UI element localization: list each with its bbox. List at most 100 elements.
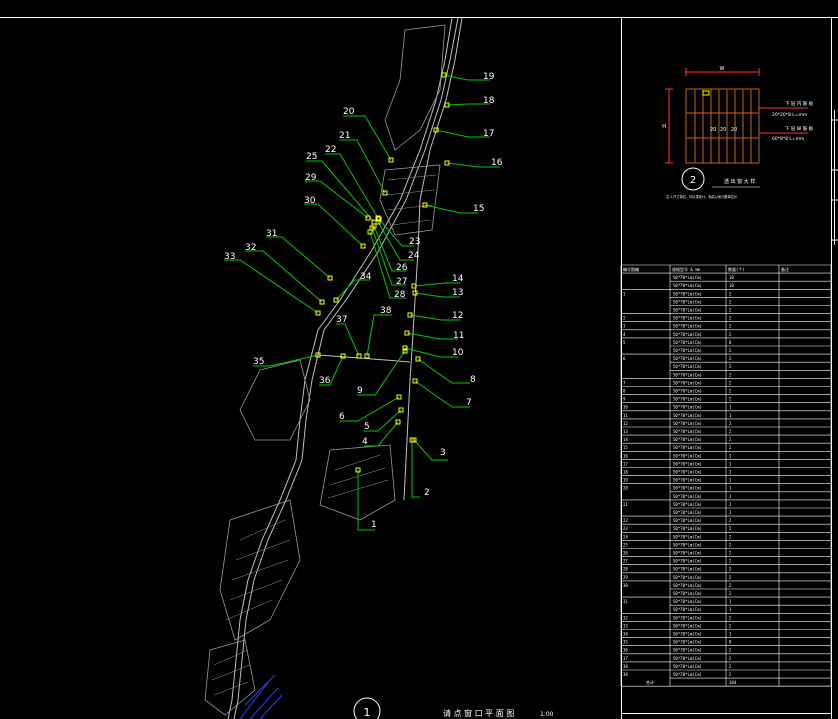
table-cell-spec: 50*70*Lm(Cm) (673, 308, 702, 313)
table-cell-number: 13 (623, 429, 628, 434)
table-cell-qty: 2 (729, 291, 732, 296)
callout-number-12: 12 (452, 311, 463, 321)
table-cell-qty: 10 (729, 283, 734, 288)
detail-dim-left-label: H (662, 124, 666, 130)
hatch-lines (211, 174, 437, 696)
leader-line-38 (366, 314, 392, 357)
callout-number-6: 6 (339, 412, 345, 422)
table-cell-number: 15 (623, 445, 628, 450)
table-cell-spec: 50*70*Lm(Cm) (673, 494, 702, 499)
table-cell-number: 24 (623, 534, 628, 539)
table-cell-qty: 2 (729, 575, 732, 580)
table-cell-qty: 2 (729, 656, 732, 661)
table-cell-qty: 2 (729, 308, 732, 313)
leader-line-17 (435, 129, 490, 138)
table-cell-spec: 50*70*Lm(Cm) (673, 640, 702, 645)
drawing-frame (0, 17, 838, 719)
built-area-bottom (204, 639, 256, 716)
table-cell-qty: 1 (729, 502, 732, 507)
table-cell-spec: 50*70*Lm(Cm) (673, 486, 702, 491)
road-branch (317, 354, 411, 363)
table-cell-number: 4 (623, 332, 626, 337)
table-cell-spec: 50*70*Lm(Cm) (673, 429, 702, 434)
callout-number-20: 20 (343, 107, 355, 117)
callout-number-4: 4 (362, 437, 368, 447)
built-areas (204, 24, 446, 716)
table-cell-qty: 1 (729, 599, 732, 604)
table-cell-spec: 50*70*Lm(Cm) (673, 583, 702, 588)
table-cell-qty: 2 (729, 470, 732, 475)
plan-title: 请 点 窗 口 平 面 图 (443, 708, 514, 718)
table-cell-qty: 2 (729, 551, 732, 556)
table-cell-number: 27 (623, 559, 628, 564)
table-cell-qty: 2 (729, 559, 732, 564)
plan-scale: 1:00 (540, 711, 554, 718)
table-cell-qty: 1 (729, 607, 732, 612)
table-cell-spec: 50*70*Lm(Cm) (673, 316, 702, 321)
table-cell-qty: 10 (729, 275, 734, 280)
table-cell-spec: 50*70*Lm(Cm) (673, 291, 702, 296)
detail-circle-number: 2 (690, 175, 696, 186)
table-cell-qty: 2 (729, 429, 732, 434)
table-cell-qty: 2 (729, 316, 732, 321)
table-cell-qty: 2 (729, 348, 732, 353)
callout-labels: 1234567891011121314151617181920212223242… (224, 72, 503, 530)
table-cell-number: 11 (623, 413, 628, 418)
callout-number-11: 11 (453, 331, 464, 341)
table-cell-spec: 50*70*Lm(Cm) (673, 542, 702, 547)
leader-line-30 (304, 203, 364, 247)
table-cell-spec: 50*70*Lm(Cm) (673, 502, 702, 507)
table-cell-number: 22 (623, 518, 628, 523)
table-cell-number: 38 (623, 672, 628, 677)
detail-slats (686, 89, 759, 163)
callout-leaders (224, 74, 500, 531)
callout-number-38: 38 (380, 306, 392, 316)
table-cell-qty: 2 (729, 526, 732, 531)
table-cell-spec: 50*70*Lm(Cm) (673, 380, 702, 385)
table-cell-spec: 50*70*Lm(Cm) (673, 275, 702, 280)
callout-number-34: 34 (360, 272, 372, 282)
table-cell-number: 12 (623, 421, 628, 426)
callout-number-18: 18 (483, 96, 495, 106)
table-cell-number: 29 (623, 575, 628, 580)
callout-number-33: 33 (224, 252, 235, 262)
table-cell-spec: 50*70*Lm(Cm) (673, 664, 702, 669)
table-cell-number: 25 (623, 542, 628, 547)
table-cell-number: 9 (623, 397, 626, 402)
callout-number-3: 3 (440, 448, 446, 458)
table-cell-spec: 50*70*Lm(Cm) (673, 559, 702, 564)
table-cell-number: 1 (623, 291, 626, 296)
table-cell-number: 28 (623, 567, 628, 572)
table-cell-qty: 2 (729, 445, 732, 450)
plan-title-block: 1 请 点 窗 口 平 面 图 1:00 (353, 697, 554, 719)
leader-line-25 (306, 160, 375, 223)
table-cell-qty: 2 (729, 672, 732, 677)
table-cell-spec: 50*70*Lm(Cm) (673, 656, 702, 661)
table-cell-qty: 2 (729, 623, 732, 628)
table-cell-spec: 50*70*Lm(Cm) (673, 648, 702, 653)
callout-number-5: 5 (364, 422, 370, 432)
callout-number-15: 15 (473, 204, 484, 214)
callout-number-13: 13 (452, 288, 463, 298)
table-cell-number: 26 (623, 551, 628, 556)
table-cell-spec: 50*70*Lm(Cm) (673, 470, 702, 475)
table-cell-number: 10 (623, 405, 628, 410)
table-cell-spec: 50*70*Lm(Cm) (673, 437, 702, 442)
cad-drawing-canvas: 1234567891011121314151617181920212223242… (0, 17, 838, 719)
edge-strip (832, 110, 838, 245)
table-cell-qty: 2 (729, 518, 732, 523)
table-cell-qty: 2 (729, 380, 732, 385)
road-edge-left (227, 17, 453, 719)
detail-note-1b: 20*20*8 L=mm (772, 112, 807, 118)
table-cell-qty: 1 (729, 461, 732, 466)
table-cell-number: 32 (623, 615, 628, 620)
table-cell-spec: 50*70*Lm(Cm) (673, 672, 702, 677)
table-cell-qty: 2 (729, 299, 732, 304)
table-cell-number: 5 (623, 340, 626, 345)
table-cell-spec: 50*70*Lm(Cm) (673, 397, 702, 402)
table-cell-qty: 2 (729, 397, 732, 402)
callout-number-31: 31 (266, 229, 277, 239)
table-cell-qty: 2 (729, 332, 732, 337)
table-cell-spec: 50*70*Lm(Cm) (673, 364, 702, 369)
table-cell-spec: 50*70*Lm(Cm) (673, 356, 702, 361)
